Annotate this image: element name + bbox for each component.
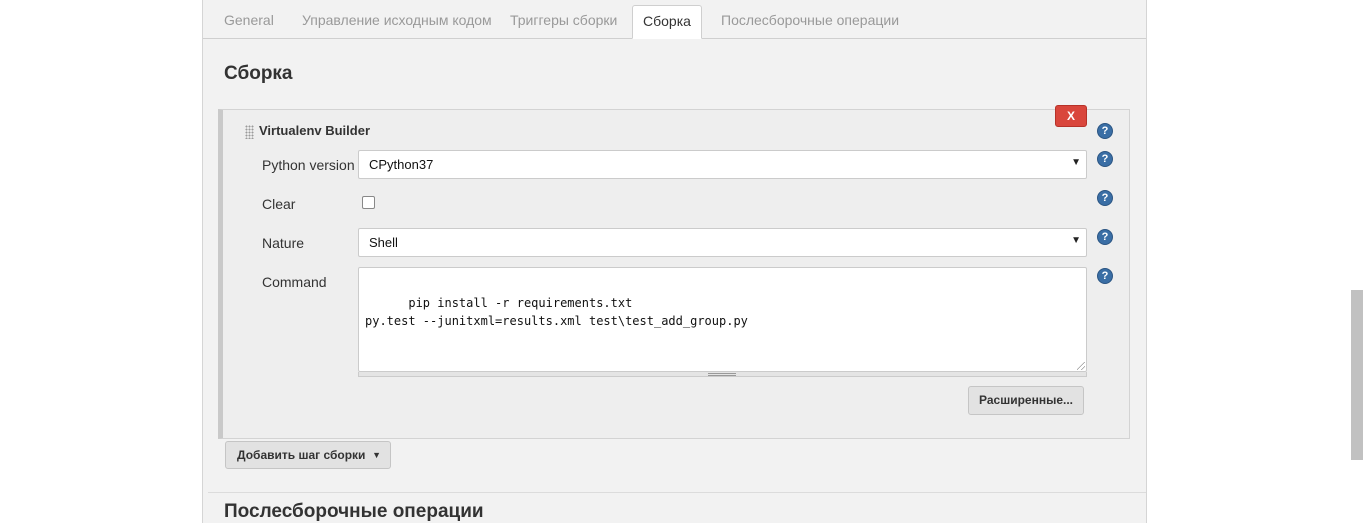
- help-icon[interactable]: ?: [1097, 123, 1113, 139]
- tab-post-build[interactable]: Послесборочные операции: [711, 5, 909, 39]
- tab-source-code-management[interactable]: Управление исходным кодом: [292, 5, 502, 39]
- resize-corner-icon[interactable]: [1077, 362, 1085, 370]
- drag-handle-icon[interactable]: [245, 125, 254, 139]
- help-icon[interactable]: ?: [1097, 229, 1113, 245]
- post-build-section-title: Послесборочные операции: [224, 501, 484, 522]
- clear-checkbox[interactable]: [362, 196, 375, 209]
- section-divider: [208, 492, 1146, 493]
- nature-label: Nature: [262, 235, 305, 251]
- caret-down-icon: ▼: [372, 450, 381, 460]
- page-scrollbar[interactable]: [1351, 290, 1363, 460]
- advanced-button[interactable]: Расширенные...: [968, 386, 1084, 415]
- help-icon[interactable]: ?: [1097, 268, 1113, 284]
- config-panel: General Управление исходным кодом Тригге…: [202, 0, 1147, 523]
- tab-build-triggers[interactable]: Триггеры сборки: [500, 5, 627, 39]
- nature-select[interactable]: Shell ▼: [358, 228, 1087, 257]
- python-version-select[interactable]: CPython37 ▼: [358, 150, 1087, 179]
- help-icon[interactable]: ?: [1097, 190, 1113, 206]
- resize-grip-icon: [708, 373, 736, 376]
- caret-down-icon: ▼: [1071, 235, 1081, 246]
- delete-step-button[interactable]: X: [1055, 105, 1087, 127]
- python-version-value: CPython37: [369, 157, 434, 172]
- command-text: pip install -r requirements.txt py.test …: [365, 296, 748, 328]
- command-textarea[interactable]: pip install -r requirements.txt py.test …: [358, 267, 1087, 372]
- textarea-resize-bar[interactable]: [358, 372, 1087, 377]
- virtualenv-builder: Virtualenv Builder X ? Python version CP…: [218, 105, 1130, 439]
- add-build-step-button[interactable]: Добавить шаг сборки ▼: [225, 441, 391, 469]
- caret-down-icon: ▼: [1071, 157, 1081, 168]
- nature-value: Shell: [369, 235, 398, 250]
- python-version-label: Python version: [262, 157, 355, 173]
- help-icon[interactable]: ?: [1097, 151, 1113, 167]
- builder-title: Virtualenv Builder: [259, 123, 371, 138]
- tab-build[interactable]: Сборка: [632, 5, 702, 39]
- build-section-title: Сборка: [224, 63, 293, 84]
- tab-bar: General Управление исходным кодом Тригге…: [203, 0, 1146, 39]
- add-build-step-label: Добавить шаг сборки: [237, 448, 366, 462]
- command-label: Command: [262, 274, 327, 290]
- clear-label: Clear: [262, 196, 296, 212]
- tab-general[interactable]: General: [214, 5, 284, 39]
